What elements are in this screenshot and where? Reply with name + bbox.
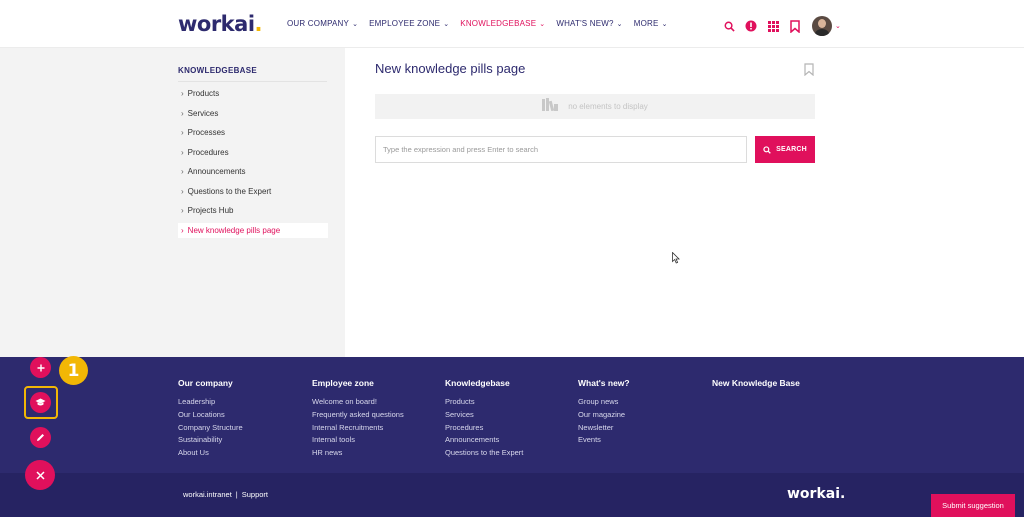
chevron-down-icon: ⌄ [352,20,359,28]
top-header: workai. OUR COMPANY ⌄ EMPLOYEE ZONE ⌄ KNOW… [0,0,1024,48]
search-button[interactable]: SEARCH [755,136,815,163]
chevron-right-icon: › [181,89,184,98]
footer-link[interactable]: Frequently asked questions [312,410,404,423]
footer-link[interactable]: Company Structure [178,423,243,436]
footer-link[interactable]: About Us [178,448,243,461]
close-fab-button[interactable] [25,460,55,490]
chevron-right-icon: › [181,206,184,215]
chevron-right-icon: › [181,186,184,196]
footer-column-title: Employee zone [312,378,374,388]
sidebar-item-services[interactable]: › Services [178,106,328,121]
avatar[interactable] [812,16,832,36]
bookmark-icon[interactable] [788,19,802,33]
workai-logo[interactable]: workai. [178,12,263,36]
footer-bottom-bar [0,473,1024,517]
footer-link[interactable]: Our magazine [578,410,630,423]
footer-column-new-knowledge-base: New Knowledge Base [712,378,800,397]
mouse-cursor-icon [672,252,680,264]
alert-icon[interactable] [744,19,758,33]
search-input[interactable] [375,136,747,163]
footer-column-title: Our company [178,378,233,388]
empty-state-text: no elements to display [568,102,648,111]
chevron-down-icon: ⌄ [661,20,668,28]
close-icon [35,470,45,480]
main-nav: OUR COMPANY ⌄ EMPLOYEE ZONE ⌄ KNOWLEDGEBAS… [287,19,679,28]
chevron-right-icon: › [181,225,184,235]
footer-column-title[interactable]: New Knowledge Base [712,378,800,388]
knowledge-fab-button[interactable] [30,392,51,413]
add-fab-button[interactable] [30,357,51,378]
chevron-right-icon: › [181,108,184,118]
sidebar-item-questions-to-expert[interactable]: › Questions to the Expert [178,184,328,199]
nav-our-company[interactable]: OUR COMPANY ⌄ [287,19,358,28]
divider [178,81,327,82]
chevron-down-icon: ⌄ [539,20,546,28]
footer-link[interactable]: Our Locations [178,410,243,423]
intranet-link[interactable]: workai.intranet [183,490,232,499]
search-icon[interactable] [722,19,736,33]
nav-knowledgebase[interactable]: KNOWLEDGEBASE ⌄ [460,19,545,28]
footer-column-title: Knowledgebase [445,378,510,388]
knowledge-cap-icon [35,398,46,406]
sidebar-item-announcements[interactable]: › Announcements [178,164,328,179]
bookmark-icon[interactable] [804,63,814,77]
footer-link[interactable]: Welcome on board! [312,397,404,410]
footer-link[interactable]: Group news [578,397,630,410]
books-icon [542,97,559,116]
chevron-right-icon: › [181,167,184,176]
footer-link[interactable]: Procedures [445,423,523,436]
chevron-right-icon: › [181,128,184,137]
footer-link[interactable]: Internal tools [312,435,404,448]
edit-pencil-icon [37,434,44,441]
sidebar-item-new-knowledge-pills[interactable]: › New knowledge pills page [178,222,328,238]
footer-logo: workai. [787,486,846,502]
footer-column-title: What's new? [578,378,630,388]
sidebar-item-projects-hub[interactable]: › Projects Hub [178,203,328,218]
footer-link[interactable]: HR news [312,448,404,461]
sidebar-nav: › Products › Services › Processes › Procedur… [178,86,328,242]
add-icon [37,364,44,371]
nav-whats-new[interactable]: WHAT'S NEW? ⌄ [556,19,622,28]
sidebar-item-processes[interactable]: › Processes [178,125,328,140]
footer-link[interactable]: Questions to the Expert [445,448,523,461]
chevron-down-icon: ⌄ [443,20,450,28]
page-title: New knowledge pills page [375,61,526,76]
apps-grid-icon[interactable] [766,19,780,33]
search-icon [763,145,771,154]
footer-link[interactable]: Leadership [178,397,243,410]
footer-link[interactable]: Newsletter [578,423,630,436]
submit-suggestion-button[interactable]: Submit suggestion [931,494,1015,517]
chevron-down-icon: ⌄ [616,20,623,28]
support-link[interactable]: Support [242,490,268,499]
sidebar-title: KNOWLEDGEBASE [178,66,258,75]
chevron-right-icon: › [181,147,184,157]
footer-column-knowledgebase: Knowledgebase Products Services Procedur… [445,378,523,461]
footer-column-employee-zone: Employee zone Welcome on board! Frequent… [312,378,404,461]
footer-column-our-company: Our company Leadership Our Locations Com… [178,378,243,461]
footer-column-whats-new: What's new? Group news Our magazine News… [578,378,630,448]
footer-link[interactable]: Services [445,410,523,423]
footer-link[interactable]: Internal Recruitments [312,423,404,436]
sidebar-item-products[interactable]: › Products [178,86,328,101]
footer-legal: workai.intranet | Support [183,490,269,499]
footer-link[interactable]: Announcements [445,435,523,448]
chevron-down-icon[interactable]: ⌄ [835,22,841,30]
footer-link[interactable]: Events [578,435,630,448]
step-number-badge: 1 [59,356,88,385]
empty-state: no elements to display [375,94,815,119]
nav-more[interactable]: MORE ⌄ [634,19,668,28]
sidebar-item-procedures[interactable]: › Procedures [178,145,328,160]
nav-employee-zone[interactable]: EMPLOYEE ZONE ⌄ [369,19,449,28]
header-icons: ⌄ [722,16,841,36]
edit-fab-button[interactable] [30,427,51,448]
footer-link[interactable]: Products [445,397,523,410]
footer-link[interactable]: Sustainability [178,435,243,448]
